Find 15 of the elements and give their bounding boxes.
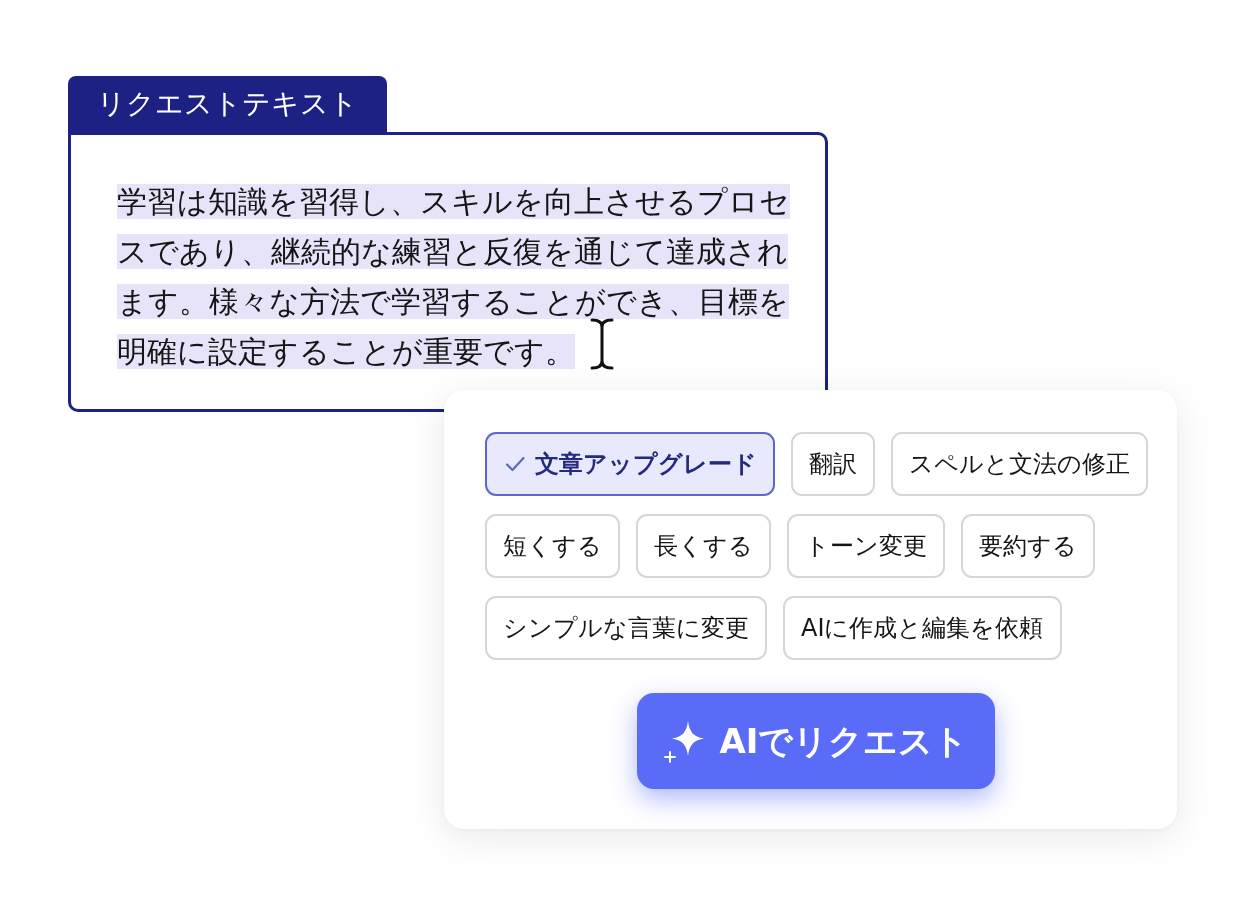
option-button[interactable]: 文章アップグレード — [485, 432, 775, 496]
check-icon — [505, 456, 525, 472]
text-field-label: リクエストテキスト — [68, 76, 387, 132]
text-input-box[interactable]: 学習は知識を習得し、スキルを向上させるプロセスであり、継続的な練習と反復を通じて達成されます。様々な方法で学習することができ、目標を明確に設定することが重要です。 — [68, 132, 828, 412]
option-button[interactable]: 要約する — [961, 514, 1095, 578]
option-button[interactable]: トーン変更 — [787, 514, 945, 578]
text-cursor-icon — [589, 317, 615, 370]
option-button[interactable]: 短くする — [485, 514, 620, 578]
option-button[interactable]: 長くする — [636, 514, 771, 578]
option-button[interactable]: スペルと文法の修正 — [891, 432, 1148, 496]
option-button[interactable]: 翻訳 — [791, 432, 875, 496]
option-button[interactable]: シンプルな言葉に変更 — [485, 596, 767, 660]
ai-request-button[interactable]: AIでリクエスト — [637, 693, 995, 789]
option-button[interactable]: AIに作成と編集を依頼 — [783, 596, 1062, 660]
selected-text: 学習は知識を習得し、スキルを向上させるプロセスであり、継続的な練習と反復を通じて達成されます。様々な方法で学習することができ、目標を明確に設定することが重要です。 — [117, 183, 791, 371]
